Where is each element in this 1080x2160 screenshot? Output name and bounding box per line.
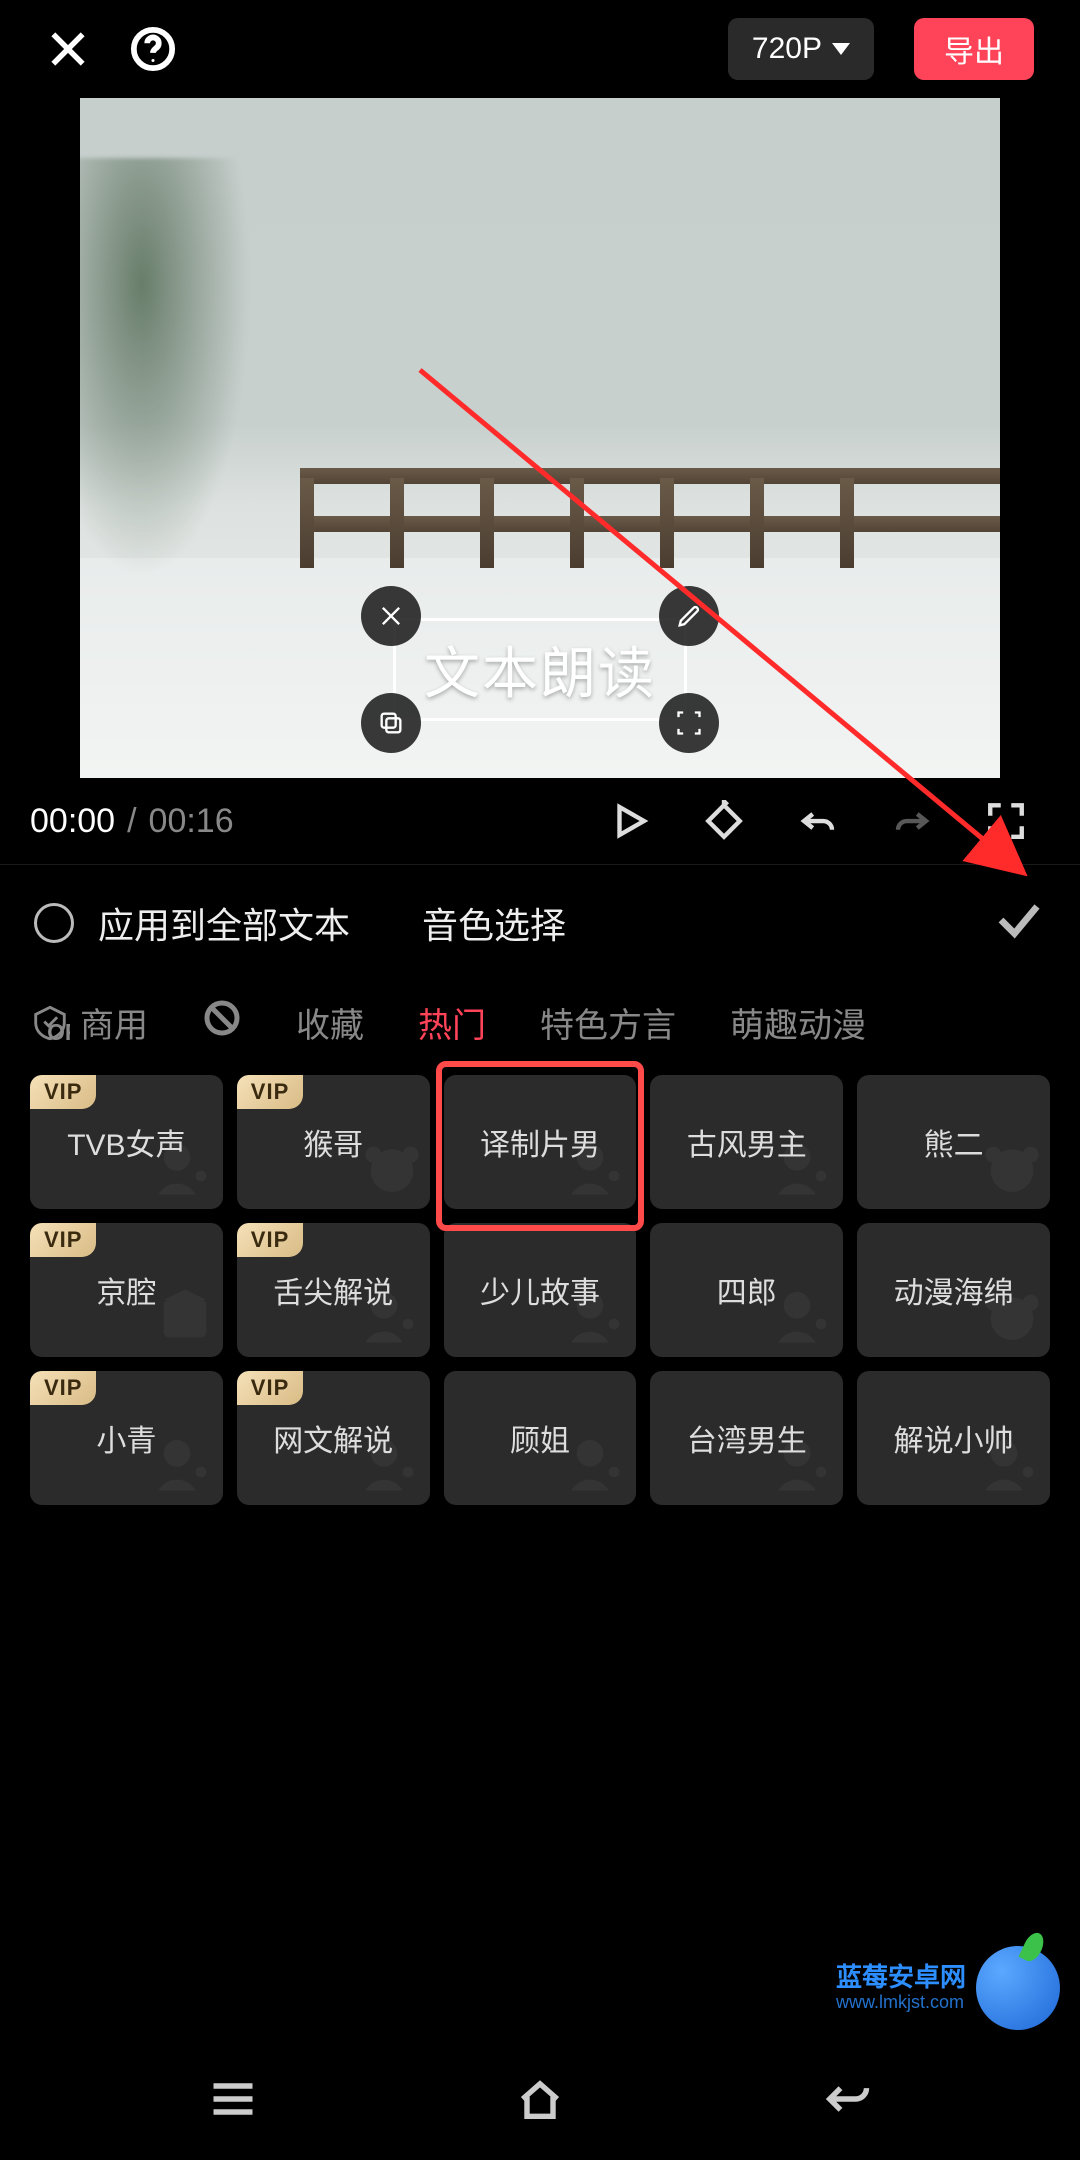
voice-card[interactable]: VIP 网文解说: [237, 1371, 430, 1505]
play-icon[interactable]: [586, 800, 674, 842]
undo-icon[interactable]: [774, 800, 862, 842]
voice-select-label: 音色选择: [422, 897, 566, 949]
watermark: 蓝莓安卓网 www.lmkjst.com: [836, 1946, 1060, 2030]
voice-card[interactable]: 台湾男生: [650, 1371, 843, 1505]
tab-commercial[interactable]: OFF 商用: [30, 998, 148, 1047]
voice-deco-icon: [153, 1284, 217, 1353]
time-current: 00:00: [30, 802, 115, 841]
voice-card[interactable]: 少儿故事: [444, 1223, 637, 1357]
overlay-text: 文本朗读: [424, 642, 656, 705]
resolution-selector[interactable]: 720P: [728, 18, 874, 80]
voice-grid: VIP TVB女声 VIP 猴哥 译制片男 古风男主 熊二 VIP 京腔 VIP 舌尖解说 少儿故事 四…: [0, 1065, 1080, 1515]
player-bar: 00:00 / 00:16: [0, 778, 1080, 864]
resize-handle[interactable]: [659, 693, 719, 753]
voice-card[interactable]: VIP 猴哥: [237, 1075, 430, 1209]
time-total: 00:16: [149, 802, 234, 841]
delete-handle[interactable]: [361, 586, 421, 646]
voice-label: 京腔: [90, 1268, 162, 1312]
confirm-icon[interactable]: [992, 893, 1046, 952]
voice-deco-icon: [566, 1432, 630, 1501]
vip-badge: VIP: [237, 1223, 303, 1257]
resolution-label: 720P: [752, 32, 822, 66]
voice-card[interactable]: VIP 京腔: [30, 1223, 223, 1357]
export-label: 导出: [944, 27, 1004, 71]
voice-label: 动漫海绵: [888, 1268, 1020, 1312]
svg-text:OFF: OFF: [47, 1019, 70, 1043]
voice-tabs: OFF 商用 收藏 热门 特色方言 萌趣动漫: [0, 980, 1080, 1065]
time-separator: /: [127, 802, 136, 841]
close-icon[interactable]: [46, 27, 90, 71]
tab-anime[interactable]: 萌趣动漫: [730, 998, 866, 1047]
voice-label: 古风男主: [681, 1120, 813, 1164]
voice-card[interactable]: 古风男主: [650, 1075, 843, 1209]
voice-label: 译制片男: [474, 1120, 606, 1164]
vip-badge: VIP: [237, 1371, 303, 1405]
voice-label: 猴哥: [297, 1120, 369, 1164]
voice-label: TVB女声: [61, 1120, 191, 1164]
export-button[interactable]: 导出: [914, 18, 1034, 80]
fullscreen-icon[interactable]: [962, 800, 1050, 842]
tab-hot[interactable]: 热门: [418, 998, 486, 1047]
top-bar: 720P 导出: [0, 0, 1080, 98]
voice-label: 解说小帅: [888, 1416, 1020, 1460]
tab-favorites[interactable]: 收藏: [296, 998, 364, 1047]
text-overlay[interactable]: 文本朗读: [393, 618, 687, 721]
watermark-logo: [976, 1946, 1060, 2030]
edit-handle[interactable]: [659, 586, 719, 646]
copy-handle[interactable]: [361, 693, 421, 753]
tab-none[interactable]: [202, 998, 242, 1047]
voice-label: 顾姐: [504, 1416, 576, 1460]
vip-badge: VIP: [30, 1223, 96, 1257]
keyframe-icon[interactable]: [680, 800, 768, 842]
video-preview[interactable]: 文本朗读: [80, 98, 1000, 778]
voice-panel-header: 应用到全部文本 音色选择: [0, 864, 1080, 980]
nav-back-icon[interactable]: [821, 2073, 873, 2130]
voice-card[interactable]: VIP 小青: [30, 1371, 223, 1505]
voice-label: 小青: [90, 1416, 162, 1460]
system-nav-bar: [0, 2042, 1080, 2160]
voice-deco-icon: [153, 1432, 217, 1501]
tab-dialect[interactable]: 特色方言: [540, 998, 676, 1047]
nav-home-icon[interactable]: [514, 2073, 566, 2130]
chevron-down-icon: [832, 43, 850, 55]
voice-deco-icon: [773, 1284, 837, 1353]
voice-deco-icon: [980, 1136, 1044, 1205]
voice-label: 台湾男生: [681, 1416, 813, 1460]
voice-deco-icon: [360, 1136, 424, 1205]
voice-card[interactable]: 译制片男: [444, 1075, 637, 1209]
apply-all-label: 应用到全部文本: [98, 897, 350, 949]
vip-badge: VIP: [30, 1075, 96, 1109]
voice-card[interactable]: 四郎: [650, 1223, 843, 1357]
voice-card[interactable]: 顾姐: [444, 1371, 637, 1505]
redo-icon[interactable]: [868, 800, 956, 842]
voice-label: 少儿故事: [474, 1268, 606, 1312]
vip-badge: VIP: [30, 1371, 96, 1405]
nav-menu-icon[interactable]: [207, 2073, 259, 2130]
voice-card[interactable]: 动漫海绵: [857, 1223, 1050, 1357]
voice-label: 网文解说: [267, 1416, 399, 1460]
apply-all-radio[interactable]: [34, 903, 74, 943]
voice-label: 舌尖解说: [267, 1268, 399, 1312]
voice-card[interactable]: VIP 舌尖解说: [237, 1223, 430, 1357]
voice-label: 熊二: [918, 1120, 990, 1164]
voice-card[interactable]: VIP TVB女声: [30, 1075, 223, 1209]
voice-card[interactable]: 解说小帅: [857, 1371, 1050, 1505]
help-icon[interactable]: [130, 26, 176, 72]
voice-card[interactable]: 熊二: [857, 1075, 1050, 1209]
voice-label: 四郎: [711, 1268, 783, 1312]
vip-badge: VIP: [237, 1075, 303, 1109]
